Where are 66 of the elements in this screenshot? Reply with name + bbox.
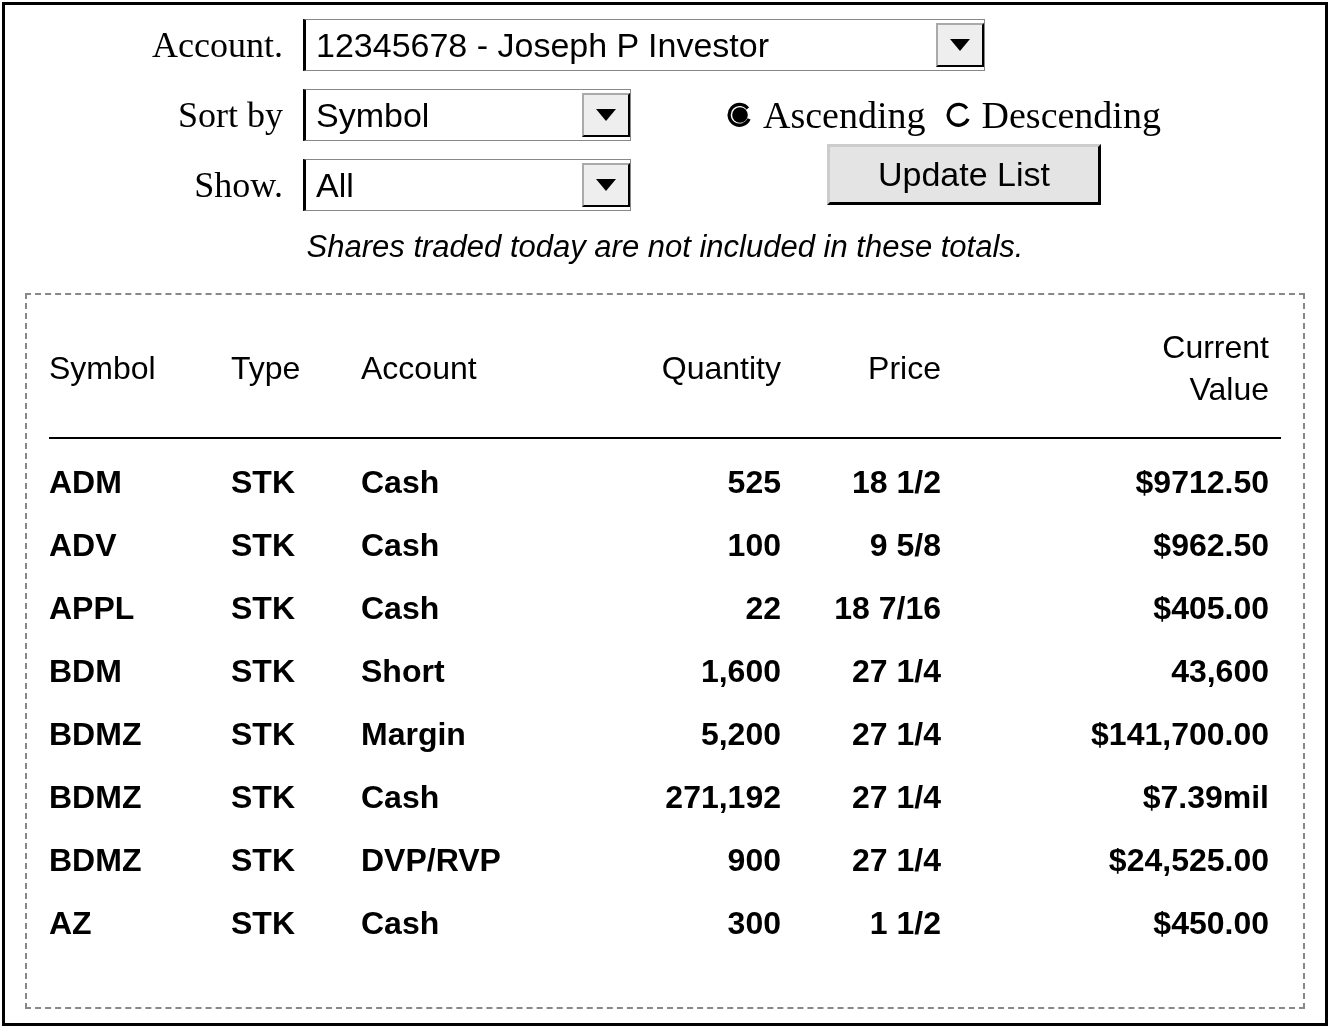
table-cell-text: 27 1/4 bbox=[851, 653, 941, 690]
table-cell-text: STK bbox=[231, 905, 296, 942]
table-cell-text: $7.39mil bbox=[1141, 779, 1269, 816]
table-cell-text: STK bbox=[231, 527, 296, 564]
account-label: Account. bbox=[151, 24, 283, 66]
table-cell-text: 900 bbox=[726, 842, 781, 879]
table-cell-text: Cash bbox=[361, 590, 441, 627]
table-cell-text: ADM bbox=[49, 464, 123, 501]
table-cell-text: Short bbox=[361, 653, 446, 690]
table-cell-text: BDMZ bbox=[49, 842, 143, 879]
table-cell-text: 525 bbox=[726, 464, 781, 501]
table-cell-text: $9712.50 bbox=[1134, 464, 1269, 501]
show-label: Show. bbox=[193, 164, 283, 206]
table-cell-text: $405.00 bbox=[1152, 590, 1269, 627]
table-cell-text: 43,600 bbox=[1170, 653, 1269, 690]
column-header[interactable]: Quantity bbox=[661, 348, 781, 390]
table-cell-text: STK bbox=[231, 590, 296, 627]
table-cell-text: Margin bbox=[361, 716, 467, 753]
table-cell-text: $450.00 bbox=[1152, 905, 1269, 942]
table-cell-text: ADV bbox=[49, 527, 118, 564]
column-header[interactable]: Current Value bbox=[1129, 327, 1269, 411]
update-list-button[interactable]: Update List bbox=[827, 143, 1101, 205]
table-cell-text: DVP/RVP bbox=[361, 842, 502, 879]
table-cell-text: $141,700.00 bbox=[1090, 716, 1269, 753]
table-cell-text: AZ bbox=[49, 905, 93, 942]
table-cell-text: $24,525.00 bbox=[1107, 842, 1269, 879]
table-cell-text: 27 1/4 bbox=[851, 716, 941, 753]
account-dropdown[interactable]: 12345678 - Joseph P Investor bbox=[303, 19, 985, 71]
table-cell-text: Cash bbox=[361, 905, 441, 942]
table-cell-text: 27 1/4 bbox=[851, 779, 941, 816]
sort-order-radio[interactable]: Ascending bbox=[727, 93, 926, 137]
column-header[interactable]: Symbol bbox=[49, 348, 231, 390]
sort-order-radio[interactable]: Descending bbox=[945, 93, 1161, 137]
radio-checked-icon[interactable] bbox=[727, 102, 753, 128]
table-cell-text: $962.50 bbox=[1152, 527, 1269, 564]
table-cell-text: Cash bbox=[361, 527, 441, 564]
table-cell-text: BDMZ bbox=[49, 716, 143, 753]
show-dropdown[interactable]: All bbox=[303, 159, 631, 211]
table-cell-text: 9 5/8 bbox=[868, 527, 941, 564]
sort-by-label: Sort by bbox=[177, 94, 283, 136]
sort-by-dropdown[interactable]: Symbol bbox=[303, 89, 631, 141]
table-cell-text: BDM bbox=[49, 653, 123, 690]
table-cell-text: STK bbox=[231, 842, 296, 879]
table-cell-text: 271,192 bbox=[664, 779, 781, 816]
table-cell-text: 1 1/2 bbox=[868, 905, 941, 942]
table-cell-text: 18 7/16 bbox=[833, 590, 941, 627]
table-cell-text: STK bbox=[231, 779, 296, 816]
table-cell-text: 1,600 bbox=[699, 653, 781, 690]
table-cell-text: STK bbox=[231, 464, 296, 501]
table-cell-text: 100 bbox=[726, 527, 781, 564]
table-cell-text: Cash bbox=[361, 779, 441, 816]
table-cell-text: STK bbox=[231, 653, 296, 690]
column-header[interactable]: Type bbox=[231, 348, 361, 390]
table-cell-text: STK bbox=[231, 716, 296, 753]
table-cell-text: 27 1/4 bbox=[851, 842, 941, 879]
table-cell-text: APPL bbox=[49, 590, 136, 627]
table-cell-text: 22 bbox=[744, 590, 781, 627]
column-header[interactable]: Price bbox=[868, 348, 941, 390]
column-header[interactable]: Account bbox=[361, 348, 561, 390]
table-cell-text: BDMZ bbox=[49, 779, 143, 816]
table-cell-text: 5,200 bbox=[699, 716, 781, 753]
table-cell-text: 18 1/2 bbox=[851, 464, 941, 501]
table-cell-text: Cash bbox=[361, 464, 441, 501]
table-cell-text: 300 bbox=[726, 905, 781, 942]
note-text: Shares traded today are not included in these totals. bbox=[305, 229, 1025, 265]
radio-unchecked-icon[interactable] bbox=[945, 102, 972, 128]
